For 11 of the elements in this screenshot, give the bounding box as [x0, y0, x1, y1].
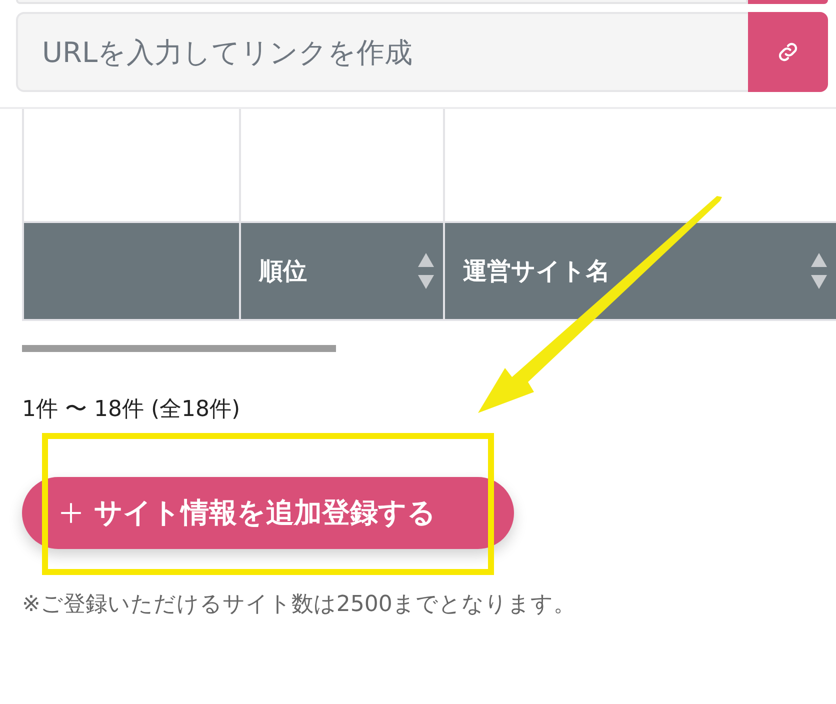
- pagination-text: 1件 〜 18件 (全18件): [22, 396, 242, 424]
- sort-icon: [810, 251, 828, 291]
- column-header[interactable]: 運営サイト名: [443, 223, 836, 319]
- scrollbar[interactable]: [22, 345, 336, 352]
- note-text: ※ご登録いただけるサイト数は2500までとなります。: [22, 591, 576, 619]
- plus-icon: [60, 502, 82, 524]
- link-button[interactable]: [748, 12, 828, 92]
- url-field[interactable]: URLを入力してリンクを作成: [16, 12, 748, 92]
- add-site-button[interactable]: サイト情報を追加登録する: [22, 477, 514, 549]
- column-header[interactable]: 順位: [239, 223, 443, 319]
- sort-icon: [417, 251, 435, 291]
